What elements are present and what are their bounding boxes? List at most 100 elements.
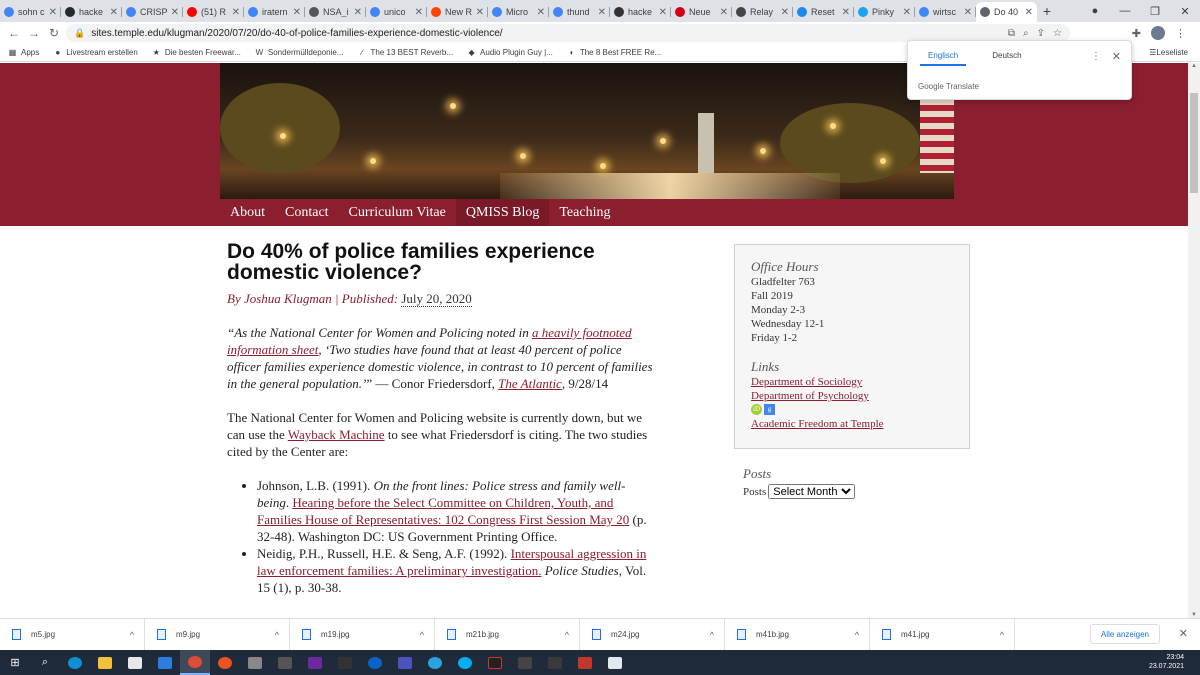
ubuntu-icon[interactable] xyxy=(210,650,240,675)
windows-start-icon[interactable]: ⊞ xyxy=(0,650,30,675)
bookmark-item[interactable]: ▦ Apps xyxy=(8,48,40,57)
lock-icon[interactable]: 🔒 xyxy=(74,28,85,39)
bookmark-item[interactable]: ◖ The 8 Best FREE Re... xyxy=(567,48,661,57)
tab-german[interactable]: Deutsch xyxy=(984,51,1029,66)
browser-tab[interactable]: unico ✕ xyxy=(366,2,427,22)
download-item[interactable]: m5.jpg ^ xyxy=(0,618,145,651)
nav-teaching[interactable]: Teaching xyxy=(549,199,620,226)
close-tab-icon[interactable]: ✕ xyxy=(171,7,179,18)
browser-tab[interactable]: NSA_i ✕ xyxy=(305,2,366,22)
chevron-up-icon[interactable]: ^ xyxy=(710,630,714,640)
back-icon[interactable]: ← xyxy=(4,26,24,40)
vertical-scrollbar[interactable]: ▲ ▼ xyxy=(1188,63,1200,618)
chevron-up-icon[interactable]: ^ xyxy=(565,630,569,640)
outlook-icon[interactable] xyxy=(360,650,390,675)
url-text[interactable]: sites.temple.edu/klugman/2020/07/20/do-4… xyxy=(91,28,502,39)
bookmark-item[interactable]: ◆ Audio Plugin Guy |... xyxy=(467,48,552,57)
close-tab-icon[interactable]: ✕ xyxy=(781,7,789,18)
hearing-link[interactable]: Hearing before the Select Committee on C… xyxy=(257,495,629,527)
minimize-icon[interactable]: — xyxy=(1110,5,1140,17)
chevron-up-icon[interactable]: ^ xyxy=(855,630,859,640)
chevron-up-icon[interactable]: ^ xyxy=(130,630,134,640)
bookmark-star-icon[interactable]: ☆ xyxy=(1053,28,1062,39)
browser-tab[interactable]: Do 40 ✕ xyxy=(976,2,1037,22)
chevron-up-icon[interactable]: ^ xyxy=(420,630,424,640)
browser-tab[interactable]: Neue ✕ xyxy=(671,2,732,22)
browser-tab[interactable]: hacke ✕ xyxy=(610,2,671,22)
menu-icon[interactable]: ⋮ xyxy=(1175,27,1186,40)
download-item[interactable]: m21b.jpg ^ xyxy=(435,618,580,651)
translate-close-icon[interactable]: ✕ xyxy=(1112,50,1121,63)
browser-tab[interactable]: (51) R ✕ xyxy=(183,2,244,22)
browser-tab[interactable]: Reset ✕ xyxy=(793,2,854,22)
store-icon[interactable] xyxy=(120,650,150,675)
taskbar-clock[interactable]: 23:04 23.07.2021 xyxy=(1149,653,1184,671)
close-tab-icon[interactable]: ✕ xyxy=(232,7,240,18)
mail-icon[interactable] xyxy=(150,650,180,675)
close-tab-icon[interactable]: ✕ xyxy=(537,7,545,18)
nav-about[interactable]: About xyxy=(220,199,275,226)
nav-qmiss-blog[interactable]: QMISS Blog xyxy=(455,199,550,226)
bookmark-item[interactable]: ∕ The 13 BEST Reverb... xyxy=(357,48,453,57)
profile-menu-icon[interactable]: ● xyxy=(1080,5,1110,17)
browser-tab[interactable]: New R ✕ xyxy=(427,2,488,22)
file-explorer-icon[interactable] xyxy=(90,650,120,675)
download-item[interactable]: m19.jpg ^ xyxy=(290,618,435,651)
tools-icon[interactable] xyxy=(540,650,570,675)
terminal-icon[interactable] xyxy=(480,650,510,675)
browser-tab[interactable]: Relay ✕ xyxy=(732,2,793,22)
scroll-up-icon[interactable]: ▲ xyxy=(1188,63,1200,69)
publish-date[interactable]: July 20, 2020 xyxy=(401,291,472,307)
close-tab-icon[interactable]: ✕ xyxy=(293,7,301,18)
skype-icon[interactable] xyxy=(450,650,480,675)
close-tab-icon[interactable]: ✕ xyxy=(110,7,118,18)
close-tab-icon[interactable]: ✕ xyxy=(903,7,911,18)
psychology-link[interactable]: Department of Psychology xyxy=(751,389,953,403)
forward-icon[interactable]: → xyxy=(24,26,44,40)
download-item[interactable]: m41b.jpg ^ xyxy=(725,618,870,651)
close-tab-icon[interactable]: ✕ xyxy=(49,7,57,18)
browser-tab[interactable]: hacke ✕ xyxy=(61,2,122,22)
nav-contact[interactable]: Contact xyxy=(275,199,339,226)
translate-icon[interactable]: ⧉ xyxy=(1008,28,1015,39)
zoom-icon[interactable]: ⌕ xyxy=(1023,28,1029,39)
close-tab-icon[interactable]: ✕ xyxy=(659,7,667,18)
nav-cv[interactable]: Curriculum Vitae xyxy=(339,199,456,226)
close-tab-icon[interactable]: ✕ xyxy=(720,7,728,18)
snipping-icon[interactable] xyxy=(270,650,300,675)
tab-english[interactable]: Englisch xyxy=(920,51,967,66)
show-all-downloads-button[interactable]: Alle anzeigen xyxy=(1089,624,1160,644)
chevron-up-icon[interactable]: ^ xyxy=(1000,630,1004,640)
browser-tab[interactable]: thund ✕ xyxy=(549,2,610,22)
google-scholar-icon[interactable]: g xyxy=(764,404,775,415)
scroll-thumb[interactable] xyxy=(1190,93,1198,193)
close-tab-icon[interactable]: ✕ xyxy=(1025,7,1033,18)
avatar[interactable] xyxy=(1151,26,1165,40)
browser-tab[interactable]: sohn c ✕ xyxy=(0,2,61,22)
chevron-up-icon[interactable]: ^ xyxy=(275,630,279,640)
browser-tab[interactable]: CRISP ✕ xyxy=(122,2,183,22)
sociology-link[interactable]: Department of Sociology xyxy=(751,375,953,389)
telegram-icon[interactable] xyxy=(420,650,450,675)
chrome-icon[interactable] xyxy=(180,650,210,675)
live-icon[interactable] xyxy=(330,650,360,675)
share-icon[interactable]: ⇪ xyxy=(1037,28,1045,39)
close-tab-icon[interactable]: ✕ xyxy=(476,7,484,18)
bookmark-item[interactable]: W Sondermülldeponie... xyxy=(255,48,344,57)
teams-icon[interactable] xyxy=(390,650,420,675)
maximize-icon[interactable]: ❐ xyxy=(1140,5,1170,18)
close-tab-icon[interactable]: ✕ xyxy=(842,7,850,18)
browser-tab[interactable]: wirtsc ✕ xyxy=(915,2,976,22)
edge-icon[interactable] xyxy=(60,650,90,675)
new-tab-button[interactable]: + xyxy=(1037,3,1057,19)
download-item[interactable]: m41.jpg ^ xyxy=(870,618,1015,651)
translate-more-icon[interactable]: ⋮ xyxy=(1091,51,1101,62)
close-download-bar-icon[interactable]: ✕ xyxy=(1179,627,1188,640)
extensions-icon[interactable]: ✚ xyxy=(1132,27,1141,40)
close-tab-icon[interactable]: ✕ xyxy=(964,7,972,18)
the-atlantic-link[interactable]: The Atlantic xyxy=(498,376,562,391)
browser-tab[interactable]: iratern ✕ xyxy=(244,2,305,22)
bookmark-item[interactable]: ● Livestream erstellen xyxy=(53,48,138,57)
bookmark-item[interactable]: ★ Die besten Freewar... xyxy=(152,48,241,57)
search-icon[interactable]: ⌕ xyxy=(30,650,60,675)
